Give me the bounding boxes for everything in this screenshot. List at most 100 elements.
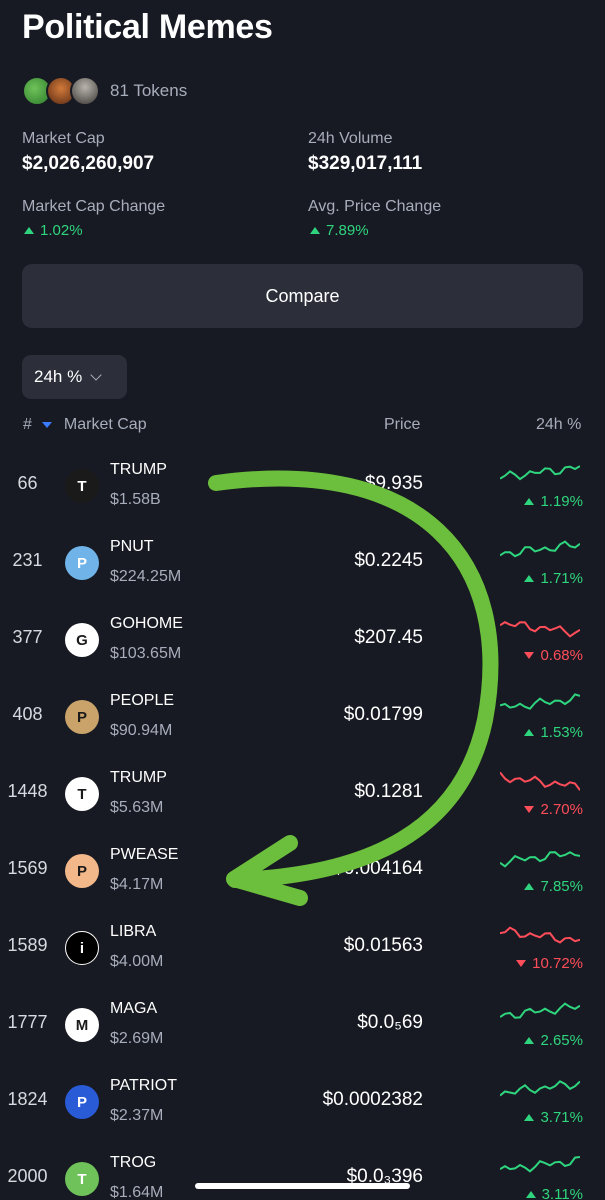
token-market-cap: $1.64M	[110, 1184, 164, 1200]
token-change-text: 2.70%	[540, 801, 583, 818]
token-change: 3.71%	[524, 1109, 583, 1126]
avg-price-change-label: Avg. Price Change	[308, 198, 442, 215]
volume-value: $329,017,111	[308, 153, 423, 174]
row-rank: 1569	[7, 858, 48, 878]
mcap-change-value: 1.02%	[24, 222, 83, 239]
token-change: 0.68%	[524, 647, 583, 664]
row-rank: 2000	[7, 1166, 48, 1186]
token-symbol: MAGA	[110, 1000, 158, 1017]
token-price: $0.0002382	[322, 1089, 423, 1110]
token-market-cap: $4.17M	[110, 876, 164, 893]
token-price: $0.004164	[333, 858, 423, 879]
sparkline-line	[500, 851, 580, 868]
avg-price-change-value: 7.89%	[310, 222, 369, 239]
token-symbol: TRUMP	[110, 769, 167, 786]
token-logo-icon: T	[65, 777, 99, 811]
token-market-cap: $103.65M	[110, 645, 182, 662]
token-change: 2.65%	[524, 1032, 583, 1049]
sparkline-line	[500, 771, 580, 791]
token-change-text: 3.11%	[541, 1186, 583, 1200]
page-title: Political Memes	[22, 8, 273, 46]
table-row[interactable]: 66 T TRUMP $1.58B $9.935 1.19%	[0, 449, 605, 526]
token-count: 81 Tokens	[110, 81, 188, 100]
token-change: 10.72%	[516, 955, 583, 972]
token-symbol: TRUMP	[110, 461, 167, 478]
table-row[interactable]: 377 G GOHOME $103.65M $207.45 0.68%	[0, 603, 605, 680]
table-row[interactable]: 1777 M MAGA $2.69M $0.0₅69 2.65%	[0, 988, 605, 1065]
token-avatars-row[interactable]: 81 Tokens	[22, 72, 187, 110]
sparkline-line	[500, 540, 580, 558]
token-change-text: 7.85%	[540, 878, 583, 895]
column-header-rank[interactable]: # Market Cap	[23, 416, 147, 434]
market-cap-header-label: Market Cap	[63, 416, 147, 433]
token-change-text: 1.19%	[540, 493, 583, 510]
token-symbol: PNUT	[110, 538, 154, 555]
sparkline-chart	[500, 1080, 580, 1097]
table-row[interactable]: 2000 T TROG $1.64M $0.0₃396 3.11%	[0, 1142, 605, 1200]
up-arrow-icon	[524, 498, 535, 505]
column-header-change[interactable]: 24h %	[536, 416, 581, 434]
token-price: $0.2245	[354, 550, 423, 571]
table-row[interactable]: 1448 T TRUMP $5.63M $0.1281 2.70%	[0, 757, 605, 834]
token-change: 1.71%	[524, 570, 583, 587]
table-row[interactable]: 1824 P PATRIOT $2.37M $0.0002382 3.71%	[0, 1065, 605, 1142]
row-rank: 66	[17, 473, 38, 493]
token-price: $9.935	[364, 473, 423, 494]
token-market-cap: $4.00M	[110, 953, 164, 970]
token-logo-icon: P	[65, 1085, 99, 1119]
down-arrow-icon	[524, 806, 535, 813]
token-market-cap: $1.58B	[110, 491, 161, 508]
token-price: $207.45	[354, 627, 423, 648]
token-symbol: PWEASE	[110, 846, 179, 863]
sparkline-chart	[500, 465, 580, 481]
token-logo-icon: G	[65, 623, 99, 657]
home-indicator[interactable]	[195, 1183, 410, 1189]
token-logo-icon: T	[65, 1162, 99, 1196]
up-arrow-icon	[524, 1114, 535, 1121]
chevron-down-icon	[90, 368, 102, 381]
period-select[interactable]: 24h %	[22, 355, 127, 399]
avg-price-change-text: 7.89%	[326, 222, 369, 239]
sparkline-chart	[500, 1156, 580, 1173]
column-header-price[interactable]: Price	[384, 416, 420, 434]
up-arrow-icon	[524, 729, 535, 736]
token-symbol: GOHOME	[110, 615, 183, 632]
token-change-text: 10.72%	[532, 955, 583, 972]
token-change-text: 0.68%	[540, 647, 583, 664]
up-arrow-icon	[524, 1037, 535, 1044]
compare-button[interactable]: Compare	[22, 264, 583, 328]
token-price: $0.01799	[343, 704, 423, 725]
market-cap-label: Market Cap	[22, 130, 105, 147]
sparkline-line	[500, 1002, 580, 1019]
token-logo-icon: T	[65, 469, 99, 503]
token-change-text: 1.53%	[540, 724, 583, 741]
table-row[interactable]: 1589 i LIBRA $4.00M $0.01563 10.72%	[0, 911, 605, 988]
token-market-cap: $2.69M	[110, 1030, 164, 1047]
token-change: 2.70%	[524, 801, 583, 818]
token-symbol: TROG	[110, 1154, 157, 1171]
table-row[interactable]: 408 P PEOPLE $90.94M $0.01799 1.53%	[0, 680, 605, 757]
token-avatar-group	[22, 72, 102, 110]
token-market-cap: $5.63M	[110, 799, 164, 816]
token-change: 3.11%	[525, 1186, 583, 1200]
sparkline-line	[500, 1156, 580, 1173]
token-symbol: PATRIOT	[110, 1077, 177, 1094]
token-symbol: PEOPLE	[110, 692, 175, 709]
token-price: $0.01563	[343, 935, 423, 956]
table-row[interactable]: 1569 P PWEASE $4.17M $0.004164 7.85%	[0, 834, 605, 911]
table-row[interactable]: 231 P PNUT $224.25M $0.2245 1.71%	[0, 526, 605, 603]
token-market-cap: $2.37M	[110, 1107, 164, 1124]
up-arrow-icon	[24, 227, 34, 234]
row-rank: 1777	[7, 1012, 48, 1032]
sparkline-chart	[500, 540, 580, 558]
row-rank: 1824	[7, 1089, 48, 1109]
row-rank: 377	[12, 627, 43, 647]
rank-header-label: #	[23, 416, 32, 433]
token-symbol: LIBRA	[110, 923, 157, 940]
down-arrow-icon	[524, 652, 535, 659]
market-cap-value: $2,026,260,907	[22, 153, 155, 174]
period-select-value: 24h %	[34, 367, 83, 386]
up-arrow-icon	[525, 1191, 536, 1198]
row-rank: 408	[12, 704, 43, 724]
avatar	[70, 76, 100, 106]
